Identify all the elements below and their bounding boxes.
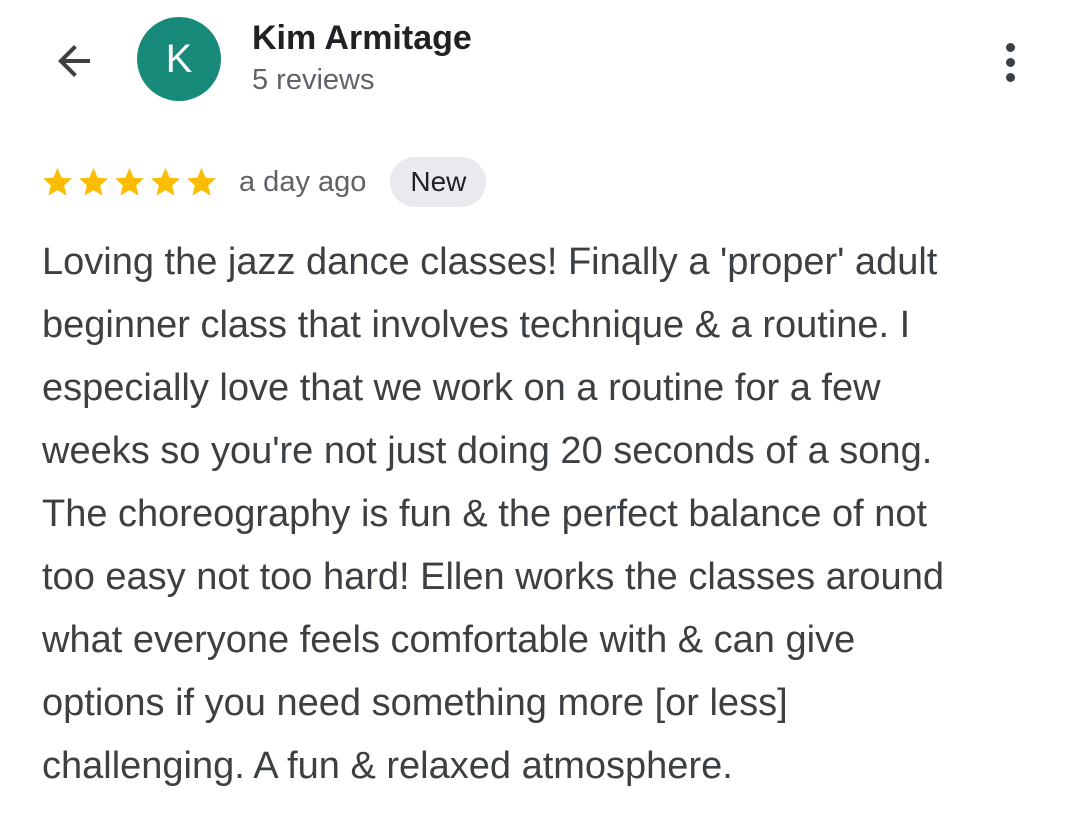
arrow-back-icon [58,45,90,77]
avatar-letter: K [165,36,193,81]
new-badge: New [390,157,487,207]
review-meta: a day ago New [40,156,487,208]
review-date: a day ago [239,165,367,198]
star-rating [40,165,219,200]
star-icon [42,167,73,196]
back-button[interactable] [48,38,100,84]
avatar[interactable]: K [137,17,221,101]
star-icon [78,167,109,196]
review-text: Loving the jazz dance classes! Finally a… [42,241,944,787]
star-icon [186,167,217,196]
reviewer-info: Kim Armitage 5 reviews [252,16,472,100]
reviewer-name[interactable]: Kim Armitage [252,16,472,60]
star-icon [150,167,181,196]
review-count: 5 reviews [252,64,375,96]
star-icon [114,167,145,196]
more-vert-icon [1005,42,1015,82]
more-options-button[interactable] [988,34,1032,90]
